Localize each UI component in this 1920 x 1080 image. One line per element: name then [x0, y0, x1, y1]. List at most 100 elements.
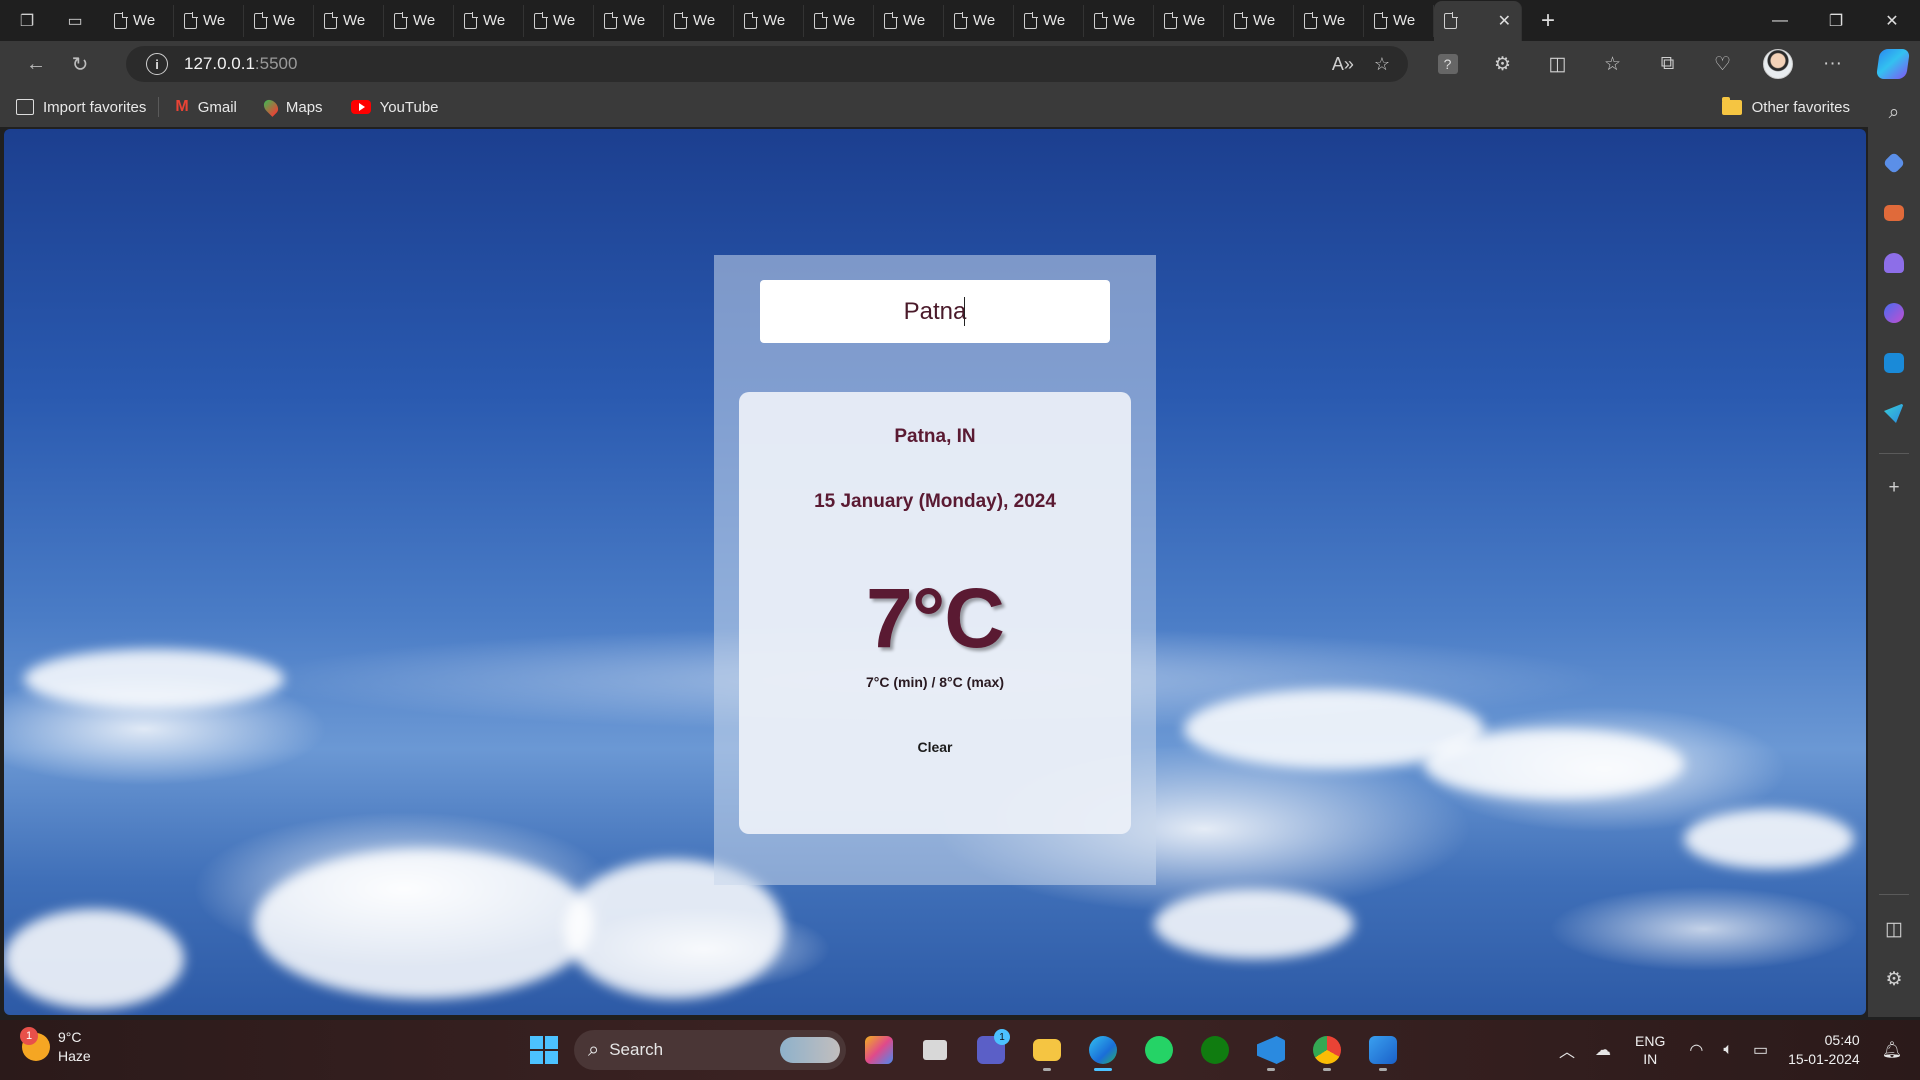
- tab-title: We: [1113, 12, 1136, 29]
- url-text: 127.0.0.1:5500: [184, 54, 297, 74]
- browser-tab[interactable]: We: [594, 4, 664, 37]
- wifi-icon[interactable]: ◠: [1689, 1040, 1703, 1060]
- other-favorites-label: Other favorites: [1751, 98, 1850, 116]
- youtube-label: YouTube: [379, 98, 439, 116]
- tools-icon[interactable]: [1876, 195, 1912, 231]
- min-max-temperature: 7°C (min) / 8°C (max): [866, 674, 1004, 690]
- collections-icon[interactable]: ⧉: [1640, 41, 1695, 87]
- document-icon: [464, 11, 478, 29]
- browser-tab[interactable]: We: [384, 4, 454, 37]
- extensions-icon[interactable]: ⚙: [1475, 41, 1530, 87]
- copilot-icon[interactable]: [1875, 49, 1911, 79]
- browser-tab[interactable]: We: [314, 4, 384, 37]
- help-icon[interactable]: ?: [1420, 41, 1475, 87]
- search-icon[interactable]: ⌕: [1876, 95, 1912, 131]
- browser-tab[interactable]: We: [1364, 4, 1434, 37]
- read-aloud-icon[interactable]: A»: [1332, 54, 1354, 75]
- browser-tab[interactable]: We: [664, 4, 734, 37]
- windows-taskbar: 1 9°C Haze ⌕ Search 1 ︿ ☁ ENG IN ◠ 🔈︎ ▭ …: [0, 1020, 1920, 1080]
- browser-tab[interactable]: We: [1084, 4, 1154, 37]
- hide-sidebar-icon[interactable]: ◫: [1876, 911, 1912, 947]
- maps-link[interactable]: Maps: [249, 87, 335, 127]
- microsoft-365-icon[interactable]: [1876, 295, 1912, 331]
- vscode-app[interactable]: [1248, 1027, 1294, 1073]
- onedrive-cloud-icon[interactable]: ☁: [1595, 1040, 1611, 1060]
- refresh-icon[interactable]: ↻: [58, 46, 102, 82]
- browser-tab[interactable]: We: [524, 4, 594, 37]
- volume-icon[interactable]: 🔈︎: [1723, 1041, 1733, 1059]
- maps-label: Maps: [285, 98, 323, 116]
- weather-condition: Clear: [917, 739, 953, 755]
- browser-tab[interactable]: We: [944, 4, 1014, 37]
- battery-icon[interactable]: ▭: [1753, 1040, 1768, 1060]
- browser-tab[interactable]: We: [734, 4, 804, 37]
- taskbar-search-label: Search: [609, 1040, 664, 1059]
- whatsapp-app[interactable]: [1136, 1027, 1182, 1073]
- document-icon: [1024, 11, 1038, 29]
- more-menu-icon[interactable]: ···: [1805, 41, 1860, 87]
- tab-title: We: [1183, 12, 1206, 29]
- weather-temp: 9°C: [58, 1029, 82, 1045]
- restore-icon[interactable]: ❐: [1808, 0, 1864, 41]
- taskbar-apps: ⌕ Search 1: [524, 1026, 1406, 1074]
- browser-tab[interactable]: We: [104, 4, 174, 37]
- tab-actions-icon[interactable]: ▭: [58, 4, 92, 38]
- browser-tab[interactable]: We: [1014, 4, 1084, 37]
- new-tab-button[interactable]: +: [1528, 5, 1568, 37]
- browser-tab[interactable]: We: [874, 4, 944, 37]
- send-icon[interactable]: [1876, 395, 1912, 431]
- outlook-icon[interactable]: [1876, 345, 1912, 381]
- workspaces-icon[interactable]: ❐: [10, 4, 44, 38]
- close-window-icon[interactable]: ✕: [1864, 0, 1920, 41]
- gmail-link[interactable]: M Gmail: [159, 87, 249, 127]
- close-tab-icon[interactable]: ✕: [1498, 11, 1511, 31]
- windows-start-icon[interactable]: [524, 1030, 564, 1070]
- document-icon: [324, 11, 338, 29]
- browser-tab[interactable]: We: [244, 4, 314, 37]
- games-icon[interactable]: [1876, 245, 1912, 281]
- tab-title: We: [973, 12, 996, 29]
- browser-tab[interactable]: We: [1294, 4, 1364, 37]
- tab-title: We: [483, 12, 506, 29]
- split-screen-icon[interactable]: ◫: [1530, 41, 1585, 87]
- browser-tab[interactable]: We: [1154, 4, 1224, 37]
- youtube-link[interactable]: YouTube: [335, 87, 451, 127]
- back-arrow-icon[interactable]: ←: [14, 46, 58, 82]
- document-icon: [1444, 12, 1458, 29]
- xbox-app[interactable]: [1192, 1027, 1238, 1073]
- settings-gear-icon[interactable]: ⚙: [1876, 961, 1912, 997]
- shopping-tag-icon[interactable]: [1876, 145, 1912, 181]
- address-bar[interactable]: i 127.0.0.1:5500 A» ☆: [126, 46, 1408, 82]
- chevron-up-icon[interactable]: ︿: [1559, 1038, 1575, 1062]
- document-icon: [1094, 11, 1108, 29]
- other-favorites-folder[interactable]: Other favorites: [1721, 87, 1850, 127]
- teams-app[interactable]: 1: [968, 1027, 1014, 1073]
- taskbar-search[interactable]: ⌕ Search: [574, 1030, 846, 1070]
- notification-bell-icon[interactable]: 🔔︎: [1882, 1040, 1902, 1060]
- city-search-input[interactable]: [760, 280, 1110, 343]
- weather-widget[interactable]: 1 9°C Haze: [20, 1027, 91, 1066]
- file-explorer-app[interactable]: [1024, 1027, 1070, 1073]
- chrome-app[interactable]: [1304, 1027, 1350, 1073]
- browser-tab[interactable]: We: [174, 4, 244, 37]
- task-view-app[interactable]: [912, 1027, 958, 1073]
- edge-sidebar: ⌕ + ◫ ⚙: [1868, 87, 1920, 1017]
- photos-app[interactable]: [1360, 1027, 1406, 1073]
- clock[interactable]: 05:40 15-01-2024: [1788, 1031, 1860, 1069]
- favorite-star-icon[interactable]: ☆: [1374, 54, 1390, 75]
- temperature-value: 7°C: [866, 571, 1005, 665]
- edge-app[interactable]: [1080, 1027, 1126, 1073]
- add-icon[interactable]: +: [1876, 470, 1912, 506]
- browser-tab[interactable]: We: [1224, 4, 1294, 37]
- import-favorites-link[interactable]: Import favorites: [0, 87, 158, 127]
- favorites-icon[interactable]: ☆: [1585, 41, 1640, 87]
- minimize-icon[interactable]: —: [1752, 0, 1808, 41]
- language-indicator[interactable]: ENG IN: [1635, 1032, 1665, 1068]
- active-tab[interactable]: ✕: [1434, 1, 1522, 41]
- site-info-icon[interactable]: i: [146, 53, 168, 75]
- copilot-preview-app[interactable]: [856, 1027, 902, 1073]
- browser-tab[interactable]: We: [804, 4, 874, 37]
- profile-avatar[interactable]: [1750, 41, 1805, 87]
- browser-tab[interactable]: We: [454, 4, 524, 37]
- browser-essentials-icon[interactable]: ♡: [1695, 41, 1750, 87]
